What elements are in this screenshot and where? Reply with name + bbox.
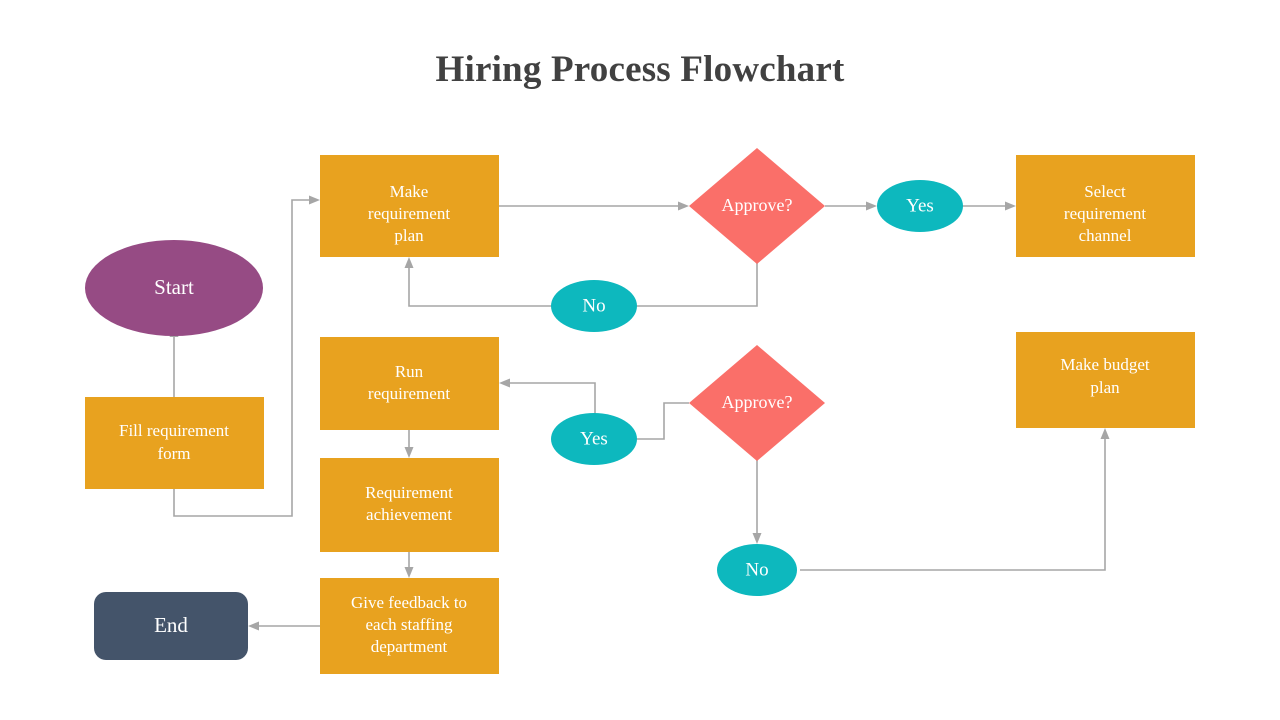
connector-fillform-to-start bbox=[169, 326, 179, 397]
make-budget-plan-label-line2: plan bbox=[1090, 378, 1120, 397]
node-approve-decision-1[interactable]: Approve? bbox=[689, 148, 825, 264]
no-2-label: No bbox=[745, 559, 768, 580]
connector-approve2-to-no2 bbox=[752, 460, 762, 544]
connector-makeplan-to-approve1 bbox=[499, 201, 689, 211]
make-requirement-plan-label-line1: Make bbox=[390, 182, 429, 201]
give-feedback-label-line2: each staffing bbox=[365, 615, 453, 634]
run-requirement-label-line1: Run bbox=[395, 362, 424, 381]
node-yes-2[interactable]: Yes bbox=[551, 413, 637, 465]
connector-approve1-to-yes1 bbox=[825, 201, 877, 211]
node-end[interactable]: End bbox=[94, 592, 248, 660]
node-run-requirement[interactable]: Run requirement bbox=[320, 337, 499, 430]
approve-decision-1-label: Approve? bbox=[722, 195, 793, 215]
node-approve-decision-2[interactable]: Approve? bbox=[689, 345, 825, 461]
connector-achievement-to-feedback bbox=[404, 552, 414, 578]
node-make-requirement-plan[interactable]: Make requirement plan bbox=[320, 155, 499, 257]
make-budget-plan-label-line1: Make budget bbox=[1060, 355, 1150, 374]
node-make-budget-plan[interactable]: Make budget plan bbox=[1016, 332, 1195, 428]
fill-requirement-form-label-line1: Fill requirement bbox=[119, 421, 229, 440]
node-requirement-achievement[interactable]: Requirement achievement bbox=[320, 458, 499, 552]
approve-decision-2-label: Approve? bbox=[722, 392, 793, 412]
connector-yes2-to-runrequirement bbox=[499, 378, 596, 415]
connector-no2-to-budgetplan bbox=[800, 428, 1110, 571]
node-no-2[interactable]: No bbox=[717, 544, 797, 596]
node-give-feedback[interactable]: Give feedback to each staffing departmen… bbox=[320, 578, 499, 674]
node-select-requirement-channel[interactable]: Select requirement channel bbox=[1016, 155, 1195, 257]
select-requirement-channel-label-line1: Select bbox=[1084, 182, 1126, 201]
node-no-1[interactable]: No bbox=[551, 280, 637, 332]
connector-feedback-to-end bbox=[248, 621, 320, 631]
node-start[interactable]: Start bbox=[85, 240, 263, 336]
select-requirement-channel-label-line3: channel bbox=[1079, 226, 1132, 245]
connector-approve1-to-no1 bbox=[637, 263, 758, 307]
flowchart-svg: Start Fill requirement form Make require… bbox=[85, 148, 1195, 674]
node-yes-1[interactable]: Yes bbox=[877, 180, 963, 232]
requirement-achievement-label-line1: Requirement bbox=[365, 483, 453, 502]
no-1-label: No bbox=[582, 295, 605, 316]
node-fill-requirement-form[interactable]: Fill requirement form bbox=[85, 397, 264, 489]
yes-1-label: Yes bbox=[906, 195, 934, 216]
run-requirement-label-line2: requirement bbox=[368, 384, 450, 403]
end-label: End bbox=[154, 613, 188, 637]
give-feedback-label-line3: department bbox=[371, 637, 448, 656]
connector-approve2-to-yes2 bbox=[637, 402, 689, 440]
connector-no1-to-makeplan bbox=[404, 257, 552, 307]
nodes-layer: Start Fill requirement form Make require… bbox=[85, 148, 1195, 674]
select-requirement-channel-label-line2: requirement bbox=[1064, 204, 1146, 223]
make-requirement-plan-label-line2: requirement bbox=[368, 204, 450, 223]
connectors-layer bbox=[169, 195, 1110, 631]
make-requirement-plan-label-line3: plan bbox=[394, 226, 424, 245]
connector-runrequirement-to-achievement bbox=[404, 430, 414, 458]
give-feedback-label-line1: Give feedback to bbox=[351, 593, 467, 612]
connector-yes1-to-selectchannel bbox=[962, 201, 1016, 211]
flowchart-canvas: Hiring Process Flowchart Start Fill requ… bbox=[0, 0, 1280, 720]
requirement-achievement-label-line2: achievement bbox=[366, 505, 452, 524]
fill-requirement-form-label-line2: form bbox=[157, 444, 190, 463]
start-label: Start bbox=[154, 275, 194, 299]
yes-2-label: Yes bbox=[580, 428, 608, 449]
